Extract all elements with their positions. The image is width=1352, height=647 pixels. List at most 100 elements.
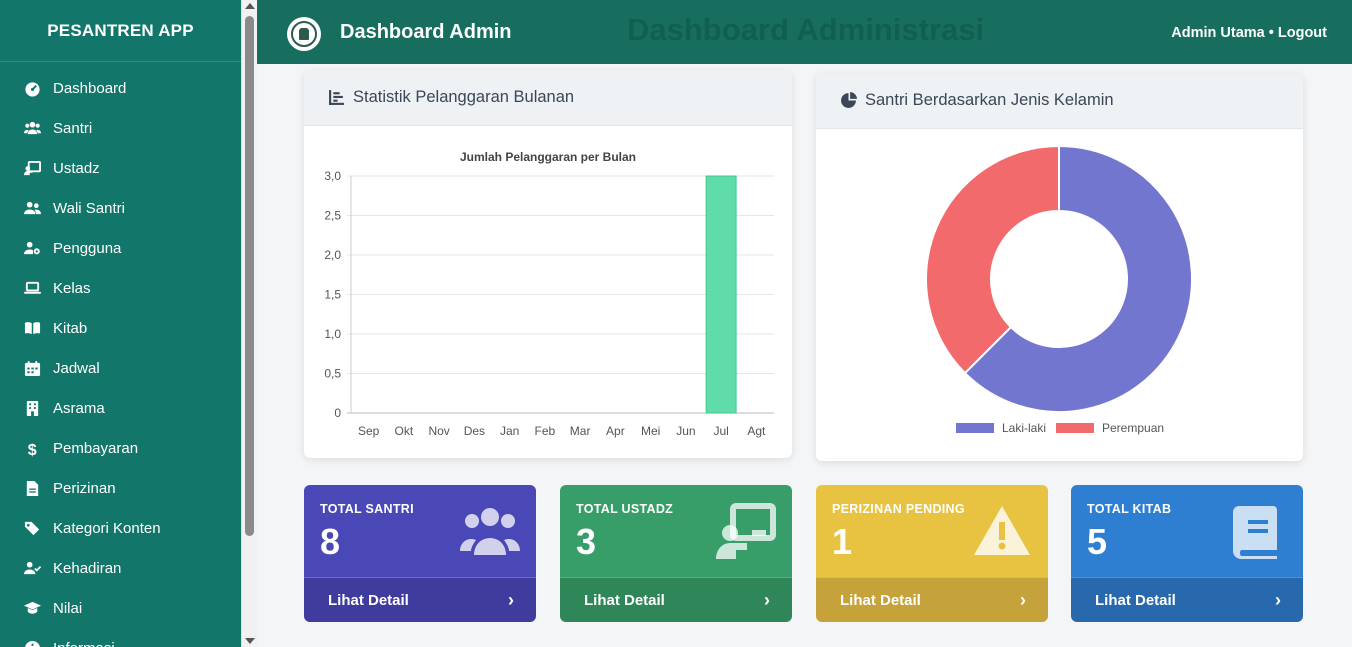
- scroll-up-arrow[interactable]: [245, 3, 255, 9]
- violation-stats-card: Statistik Pelanggaran Bulanan Jumlah Pel…: [304, 70, 792, 458]
- dollar-icon: $: [23, 439, 41, 457]
- sidebar-item-nilai[interactable]: Nilai: [0, 588, 241, 628]
- sidebar-item-kehadiran[interactable]: Kehadiran: [0, 548, 241, 588]
- sidebar-item-santri[interactable]: Santri: [0, 108, 241, 148]
- sidebar-item-label: Nilai: [53, 599, 83, 617]
- sidebar-item-label: Kitab: [53, 319, 88, 337]
- svg-text:$: $: [27, 441, 36, 457]
- sidebar-item-kategori-konten[interactable]: Kategori Konten: [0, 508, 241, 548]
- building-icon: [23, 399, 41, 417]
- stat-card-total-ustadz: TOTAL USTADZ 3 Lihat Detail ›: [560, 485, 792, 622]
- book-icon: [1227, 503, 1287, 559]
- stat-card-body: TOTAL USTADZ 3: [560, 485, 792, 577]
- tachometer-icon: [23, 79, 41, 97]
- sidebar-item-jadwal[interactable]: Jadwal: [0, 348, 241, 388]
- y-tick-label: 0,5: [324, 367, 341, 381]
- chalkboard-teacher-icon: [23, 159, 41, 177]
- sidebar-item-label: Santri: [53, 119, 93, 137]
- y-tick-label: 3,0: [324, 169, 341, 183]
- x-tick-label: Des: [464, 424, 485, 438]
- sidebar-item-informasi[interactable]: Informasi: [0, 628, 241, 647]
- stat-value: 8: [320, 521, 341, 562]
- app-logo-icon: [287, 17, 321, 51]
- sidebar-scrollbar[interactable]: [241, 0, 257, 647]
- legend-label: Perempuan: [1102, 421, 1164, 435]
- sidebar-item-pembayaran[interactable]: $ Pembayaran: [0, 428, 241, 468]
- chevron-right-icon: ›: [1275, 589, 1281, 610]
- view-detail-label: Lihat Detail: [840, 591, 921, 609]
- scroll-thumb[interactable]: [245, 16, 254, 536]
- x-tick-label: Feb: [535, 424, 556, 438]
- stat-card-total-santri: TOTAL SANTRI 8 Lihat Detail ›: [304, 485, 536, 622]
- sidebar-item-wali-santri[interactable]: Wali Santri: [0, 188, 241, 228]
- chevron-right-icon: ›: [1020, 589, 1026, 610]
- tags-icon: [23, 519, 41, 537]
- bar-chart: 0 0,5 1,0 1,5 2,0 2,5 3,0 Sep Okt Nov Des Jan Feb Mar…: [324, 169, 774, 438]
- user-friends-icon: [23, 199, 41, 217]
- x-tick-label: Apr: [606, 424, 625, 438]
- file-icon: [23, 479, 41, 497]
- user-menu-logout[interactable]: Admin Utama • Logout: [1171, 25, 1327, 41]
- sidebar-item-label: Jadwal: [53, 359, 100, 377]
- gender-stats-card: Santri Berdasarkan Jenis Kelamin Laki-la…: [816, 73, 1303, 461]
- sidebar-item-label: Dashboard: [53, 79, 127, 97]
- sidebar-item-label: Asrama: [53, 399, 105, 417]
- stat-value: 3: [576, 521, 597, 562]
- sidebar-item-label: Wali Santri: [53, 199, 125, 217]
- users-icon: [460, 503, 520, 559]
- y-tick-label: 0: [334, 406, 341, 420]
- view-detail-label: Lihat Detail: [584, 591, 665, 609]
- stat-label: TOTAL USTADZ: [576, 502, 674, 516]
- sidebar-item-ustadz[interactable]: Ustadz: [0, 148, 241, 188]
- x-tick-label: Jan: [500, 424, 519, 438]
- user-check-icon: [23, 559, 41, 577]
- view-detail-link[interactable]: Lihat Detail ›: [560, 577, 792, 622]
- donut-slice-perempuan: [925, 144, 1060, 375]
- x-tick-label: Okt: [395, 424, 414, 438]
- sidebar-item-dashboard[interactable]: Dashboard: [0, 68, 241, 108]
- sidebar: PESANTREN APP Dashboard Santri Ustadz Wali …: [0, 0, 241, 647]
- user-cog-icon: [23, 239, 41, 257]
- stat-label: TOTAL KITAB: [1087, 502, 1172, 516]
- legend-swatch: [1056, 423, 1094, 433]
- graduation-cap-icon: [23, 599, 41, 617]
- x-tick-label: Jul: [713, 424, 728, 438]
- stat-value: 1: [832, 521, 853, 562]
- sidebar-item-label: Informasi: [53, 640, 115, 647]
- sidebar-item-label: Kehadiran: [53, 559, 122, 577]
- book-open-icon: [23, 319, 41, 337]
- y-tick-label: 2,0: [324, 248, 341, 262]
- view-detail-link[interactable]: Lihat Detail ›: [304, 577, 536, 622]
- sidebar-item-label: Pembayaran: [53, 439, 139, 457]
- view-detail-link[interactable]: Lihat Detail ›: [816, 577, 1048, 622]
- y-tick-label: 1,0: [324, 327, 341, 341]
- chevron-right-icon: ›: [508, 589, 514, 610]
- x-tick-label: Mei: [641, 424, 660, 438]
- scroll-down-arrow[interactable]: [245, 638, 255, 644]
- y-tick-label: 2,5: [324, 209, 341, 223]
- stat-label: PERIZINAN PENDING: [832, 502, 965, 516]
- topbar: Dashboard Admin Dashboard Administrasi A…: [257, 0, 1352, 64]
- sidebar-item-asrama[interactable]: Asrama: [0, 388, 241, 428]
- view-detail-link[interactable]: Lihat Detail ›: [1071, 577, 1303, 622]
- sidebar-item-kitab[interactable]: Kitab: [0, 308, 241, 348]
- chevron-right-icon: ›: [764, 589, 770, 610]
- stat-label: TOTAL SANTRI: [320, 502, 414, 516]
- stat-card-body: TOTAL SANTRI 8: [304, 485, 536, 577]
- x-tick-label: Nov: [428, 424, 449, 438]
- donut-chart: Laki-laki Perempuan: [925, 144, 1193, 435]
- sidebar-item-label: Kategori Konten: [53, 519, 161, 537]
- page-subtitle: Dashboard Administrasi: [627, 12, 985, 47]
- bar-jul: [705, 175, 737, 414]
- calendar-icon: [23, 359, 41, 377]
- sidebar-item-perizinan[interactable]: Perizinan: [0, 468, 241, 508]
- legend-label: Laki-laki: [1002, 421, 1046, 435]
- stat-card-body: TOTAL KITAB 5: [1071, 485, 1303, 577]
- sidebar-item-label: Ustadz: [53, 159, 100, 177]
- sidebar-item-label: Kelas: [53, 279, 91, 297]
- info-circle-icon: [23, 639, 41, 647]
- chalkboard-teacher-icon: [716, 503, 776, 559]
- x-tick-label: Jun: [676, 424, 695, 438]
- sidebar-item-kelas[interactable]: Kelas: [0, 268, 241, 308]
- sidebar-item-pengguna[interactable]: Pengguna: [0, 228, 241, 268]
